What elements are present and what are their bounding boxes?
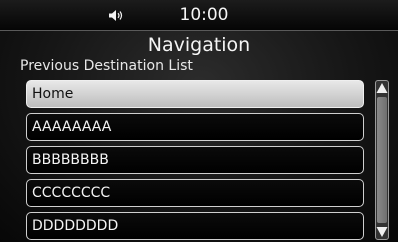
list-item[interactable]: DDDDDDDD: [26, 212, 364, 240]
speaker-icon: [109, 10, 123, 21]
list-item-label: DDDDDDDD: [32, 218, 119, 234]
list-item[interactable]: CCCCCCCC: [26, 179, 364, 207]
list-item[interactable]: BBBBBBBB: [26, 146, 364, 174]
list-heading: Previous Destination List: [20, 58, 193, 74]
status-bar: 10:00: [0, 0, 398, 31]
navigation-screen: 10:00 Navigation Previous Destination Li…: [0, 0, 398, 242]
list-item-label: BBBBBBBB: [32, 152, 109, 168]
list-item-home[interactable]: Home: [26, 80, 364, 108]
page-title: Navigation: [147, 34, 251, 56]
list-item-label: CCCCCCCC: [32, 185, 111, 201]
triangle-up-icon[interactable]: [375, 81, 389, 95]
scrollbar[interactable]: [373, 80, 391, 240]
list-item-label: Home: [32, 86, 74, 102]
triangle-down-icon[interactable]: [375, 225, 389, 239]
list-item[interactable]: AAAAAAAA: [26, 113, 364, 141]
list-item-label: AAAAAAAA: [32, 119, 112, 135]
scroll-thumb[interactable]: [377, 97, 387, 223]
clock: 10:00: [179, 5, 229, 25]
